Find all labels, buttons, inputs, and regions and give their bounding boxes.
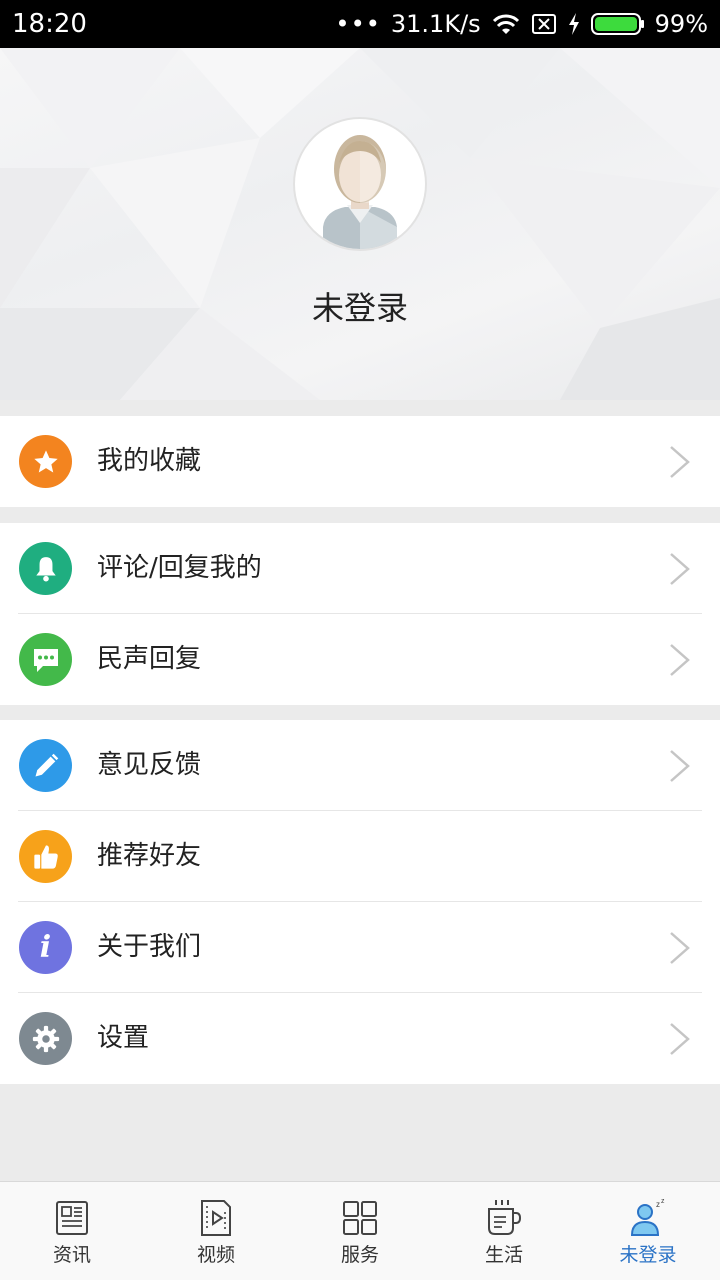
nav-label: 服务 <box>340 1244 379 1266</box>
network-speed: 31.1K/s <box>390 10 481 38</box>
menu-item-label: 推荐好友 <box>97 841 202 871</box>
battery-percent: 99% <box>654 10 708 38</box>
svg-text:z: z <box>661 1198 665 1205</box>
video-icon <box>201 1200 231 1236</box>
menu-item-label: 我的收藏 <box>97 446 202 476</box>
nav-tab-services[interactable]: 服务 <box>288 1182 432 1280</box>
user-sleep-icon: z z <box>630 1198 665 1236</box>
chevron-right-icon <box>670 932 690 964</box>
more-dots-icon: ••• <box>335 10 381 38</box>
gear-icon <box>19 1012 72 1065</box>
menu-item-label: 民声回复 <box>97 644 202 674</box>
menu-item-feedback[interactable]: 意见反馈 <box>0 720 720 811</box>
nav-label: 资讯 <box>52 1244 91 1266</box>
nav-tab-video[interactable]: 视频 <box>144 1182 288 1280</box>
menu-group-replies: 评论/回复我的 民声回复 <box>0 523 720 705</box>
chevron-right-icon <box>670 553 690 585</box>
nav-tab-life[interactable]: 生活 <box>432 1182 576 1280</box>
menu-item-public-replies[interactable]: 民声回复 <box>0 614 720 705</box>
menu-item-label: 关于我们 <box>97 932 202 962</box>
menu-group-favorites: 我的收藏 <box>0 416 720 507</box>
chevron-right-icon <box>670 750 690 782</box>
nav-tab-profile[interactable]: z z 未登录 <box>576 1182 720 1280</box>
menu-group-general: 意见反馈 推荐好友 i 关于我们 设置 <box>0 720 720 1084</box>
status-right: ••• 31.1K/s 99% <box>335 8 708 40</box>
star-icon <box>19 435 72 488</box>
nav-tab-news[interactable]: 资讯 <box>0 1182 144 1280</box>
status-time: 18:20 <box>12 9 87 39</box>
chat-icon <box>19 633 72 686</box>
no-sim-icon <box>531 13 557 35</box>
nav-label: 视频 <box>196 1244 235 1266</box>
svg-text:z: z <box>656 1200 660 1209</box>
chevron-right-icon <box>670 644 690 676</box>
status-bar: 18:20 ••• 31.1K/s 99% <box>0 0 720 48</box>
grid-icon <box>343 1201 377 1235</box>
default-avatar-icon <box>323 135 397 249</box>
profile-header: 未登录 <box>0 48 720 400</box>
nav-label: 未登录 <box>619 1244 677 1266</box>
menu-item-label: 意见反馈 <box>97 750 202 780</box>
menu-item-about[interactable]: i 关于我们 <box>0 902 720 993</box>
bell-icon <box>19 542 72 595</box>
menu-item-settings[interactable]: 设置 <box>0 993 720 1084</box>
wifi-icon <box>491 12 521 36</box>
chevron-right-icon <box>670 446 690 478</box>
coffee-icon <box>488 1200 522 1235</box>
battery-icon <box>590 12 645 36</box>
menu-item-label: 设置 <box>97 1023 150 1053</box>
pencil-icon <box>19 739 72 792</box>
chevron-right-icon <box>670 1023 690 1055</box>
thumbs-up-icon <box>19 830 72 883</box>
menu-item-favorites[interactable]: 我的收藏 <box>0 416 720 507</box>
username[interactable]: 未登录 <box>0 288 720 328</box>
avatar[interactable] <box>293 117 427 251</box>
charging-icon <box>567 12 581 36</box>
menu-item-comments[interactable]: 评论/回复我的 <box>0 523 720 614</box>
menu-item-recommend[interactable]: 推荐好友 <box>0 811 720 902</box>
info-icon: i <box>19 921 72 974</box>
menu-item-label: 评论/回复我的 <box>97 553 262 583</box>
news-icon <box>56 1201 88 1235</box>
bottom-nav: 资讯 视频 服务 生活 z z 未登录 <box>0 1181 720 1280</box>
nav-label: 生活 <box>484 1244 523 1266</box>
